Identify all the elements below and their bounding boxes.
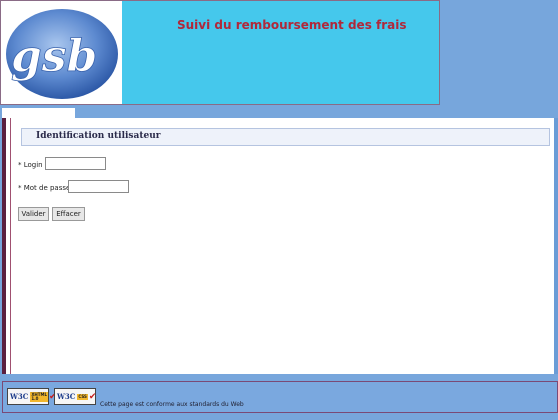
w3c-css-badge[interactable]: W3C CSS ✔ <box>54 388 96 405</box>
gsb-logo: gsb <box>1 1 122 104</box>
password-label: * Mot de passe : <box>18 184 75 192</box>
page-header: gsb Suivi du remboursement des frais <box>0 0 440 105</box>
checkmark-icon: ✔ <box>88 391 97 402</box>
app-title: Suivi du remboursement des frais <box>177 18 407 32</box>
password-input[interactable] <box>68 180 129 193</box>
section-title: Identification utilisateur <box>21 128 550 146</box>
w3c-xhtml-badge[interactable]: W3C XHTML 1.0 ✔ <box>7 388 57 405</box>
main-content: Identification utilisateur * Login : * M… <box>2 118 558 374</box>
gsb-logo-icon: gsb <box>6 9 118 99</box>
w3c-logo-text: W3C <box>57 392 76 401</box>
page-footer: W3C XHTML 1.0 ✔ W3C CSS ✔ Cette page est… <box>2 381 558 413</box>
login-label: * Login : <box>18 161 48 169</box>
xhtml-label-line2: 1.0 <box>31 395 39 401</box>
footer-standards-text: Cette page est conforme aux standards du… <box>100 401 244 408</box>
css-badge-label: CSS <box>77 393 88 400</box>
login-input[interactable] <box>45 157 106 170</box>
validate-button[interactable]: Valider <box>18 207 49 221</box>
login-form-area: Identification utilisateur * Login : * M… <box>10 118 554 374</box>
logo-text: gsb <box>11 31 97 82</box>
w3c-logo-text: W3C <box>10 392 29 401</box>
clear-button[interactable]: Effacer <box>52 207 85 221</box>
xhtml-badge-label: XHTML 1.0 <box>30 391 49 402</box>
